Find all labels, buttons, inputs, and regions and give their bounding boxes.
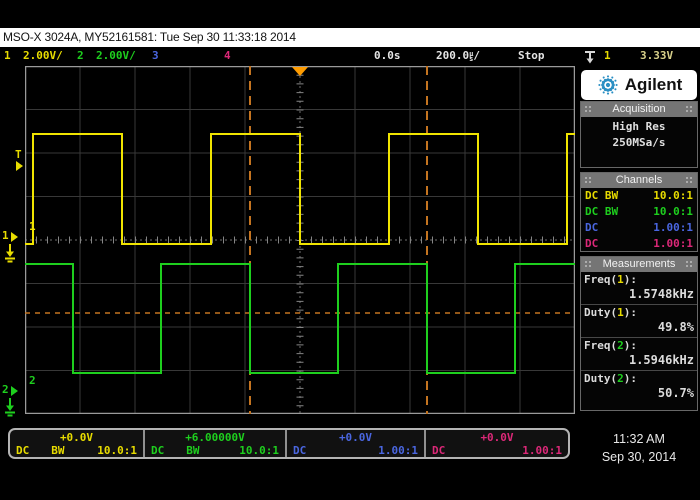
- measurement-freq2-value: 1.5946kHz: [584, 353, 694, 368]
- acquisition-mode: High Res: [581, 120, 697, 133]
- sample-rate: 250MSa/s: [581, 136, 697, 149]
- waveform-display[interactable]: 12: [25, 66, 575, 414]
- measurement-duty1-value: 49.8%: [584, 320, 694, 335]
- ch2-position-marker[interactable]: 2: [2, 384, 9, 396]
- measurements-panel: Measurements Freq(1): 1.5748kHz Duty(1):…: [580, 256, 698, 411]
- status-ch2-scale[interactable]: 2.00V/: [96, 49, 136, 63]
- status-ch3-number[interactable]: 3: [152, 49, 159, 63]
- clock-time: 11:32 AM: [583, 432, 695, 446]
- measurement-duty2-value: 50.7%: [584, 386, 694, 401]
- grip-icon: [685, 176, 694, 185]
- ch1-offset: +0.0V: [10, 431, 143, 444]
- grip-icon: [685, 105, 694, 114]
- trigger-source[interactable]: 1: [604, 49, 611, 63]
- ch4-readout-cell[interactable]: +0.0V DC 1.00:1: [426, 430, 568, 457]
- grip-icon: [584, 105, 593, 114]
- channel-row-1[interactable]: DC BW 10.0:1: [581, 188, 697, 204]
- ch4-probe-label: 1.00:1: [522, 444, 562, 457]
- ch2-ground-icon: [3, 398, 17, 417]
- ch2-bw-label: BW: [186, 444, 199, 457]
- channels-panel-header[interactable]: Channels: [581, 173, 697, 188]
- ch3-coupling-label: DC: [293, 444, 306, 457]
- ch1-position-marker[interactable]: 1: [2, 230, 9, 242]
- status-delay[interactable]: 0.0s: [374, 49, 401, 63]
- channel-row-2[interactable]: DC BW 10.0:1: [581, 204, 697, 220]
- ch2-coupling: DC BW: [585, 204, 618, 220]
- graticule-and-traces: 12: [25, 66, 575, 414]
- ch1-position-arrow-icon[interactable]: [11, 232, 18, 242]
- timebase-suffix: /: [473, 49, 480, 62]
- ch3-coupling: DC: [585, 220, 598, 236]
- channels-panel: Channels DC BW 10.0:1 DC BW 10.0:1 DC 1.…: [580, 172, 698, 252]
- ch1-probe-label: 10.0:1: [97, 444, 137, 457]
- ch2-probe-label: 10.0:1: [239, 444, 279, 457]
- grip-icon: [584, 176, 593, 185]
- instrument-title: MSO-X 3024A, MY52161581: Tue Sep 30 11:3…: [3, 30, 296, 44]
- ch3-readout-cell[interactable]: +0.0V DC 1.00:1: [287, 430, 426, 457]
- brand-name: Agilent: [625, 75, 683, 95]
- ch3-offset: +0.0V: [287, 431, 424, 444]
- clock-date: Sep 30, 2014: [583, 450, 695, 464]
- ch2-readout-cell[interactable]: +6.00000V DC BW 10.0:1: [145, 430, 287, 457]
- measurement-freq1: Freq(1): 1.5748kHz: [581, 272, 697, 305]
- trigger-edge-icon: [584, 50, 596, 64]
- trace-ch2-label: 2: [29, 374, 36, 387]
- ch3-probe-ratio: 1.00:1: [653, 220, 693, 236]
- timebase-value: 200.0: [436, 49, 469, 62]
- ch1-coupling: DC BW: [585, 188, 618, 204]
- ch1-coupling-label: DC: [16, 444, 29, 457]
- measurement-duty2: Duty(2): 50.7%: [581, 371, 697, 403]
- status-ch1-scale[interactable]: 2.00V/: [23, 49, 63, 63]
- trace-ch1: [25, 134, 575, 244]
- status-ch2-number[interactable]: 2: [77, 49, 84, 63]
- channel-row-4[interactable]: DC 1.00:1: [581, 236, 697, 252]
- ch4-offset: +0.0V: [426, 431, 568, 444]
- channel-readout-bar: +0.0V DC BW 10.0:1 +6.00000V DC BW 10.0:1 +0…: [8, 428, 570, 459]
- status-ch1-number[interactable]: 1: [4, 49, 11, 63]
- measurement-duty1: Duty(1): 49.8%: [581, 305, 697, 338]
- grip-icon: [685, 260, 694, 269]
- acquisition-panel: Acquisition High Res 250MSa/s: [580, 101, 698, 168]
- ch3-probe-label: 1.00:1: [378, 444, 418, 457]
- ch4-probe-ratio: 1.00:1: [653, 236, 693, 252]
- brand-badge: Agilent: [581, 70, 697, 100]
- measurement-freq1-value: 1.5748kHz: [584, 287, 694, 302]
- trigger-level-arrow-icon[interactable]: [16, 161, 23, 171]
- channel-row-3[interactable]: DC 1.00:1: [581, 220, 697, 236]
- measurement-freq2: Freq(2): 1.5946kHz: [581, 338, 697, 371]
- acquisition-title: Acquisition: [612, 103, 665, 115]
- ch1-bw-label: BW: [51, 444, 64, 457]
- ch4-coupling: DC: [585, 236, 598, 252]
- agilent-spark-icon: [596, 73, 620, 97]
- ch2-position-arrow-icon[interactable]: [11, 386, 18, 396]
- ch2-coupling-label: DC: [151, 444, 164, 457]
- grip-icon: [584, 260, 593, 269]
- trace-ch1-label: 1: [29, 220, 36, 233]
- trigger-level-marker[interactable]: T: [15, 149, 22, 161]
- measurements-title: Measurements: [603, 258, 676, 270]
- measurements-panel-header[interactable]: Measurements: [581, 257, 697, 272]
- ch2-offset: +6.00000V: [145, 431, 285, 444]
- ch1-probe-ratio: 10.0:1: [653, 188, 693, 204]
- trigger-level[interactable]: 3.33V: [640, 49, 673, 63]
- ch2-probe-ratio: 10.0:1: [653, 204, 693, 220]
- ch1-ground-icon: [3, 244, 17, 263]
- status-timebase[interactable]: 200.0µs/: [436, 49, 480, 63]
- trigger-time-marker[interactable]: [292, 67, 308, 76]
- status-ch4-number[interactable]: 4: [224, 49, 231, 63]
- run-state[interactable]: Stop: [518, 49, 545, 63]
- acquisition-panel-header[interactable]: Acquisition: [581, 102, 697, 117]
- ch4-coupling-label: DC: [432, 444, 445, 457]
- channels-title: Channels: [616, 174, 662, 186]
- ch1-readout-cell[interactable]: +0.0V DC BW 10.0:1: [10, 430, 145, 457]
